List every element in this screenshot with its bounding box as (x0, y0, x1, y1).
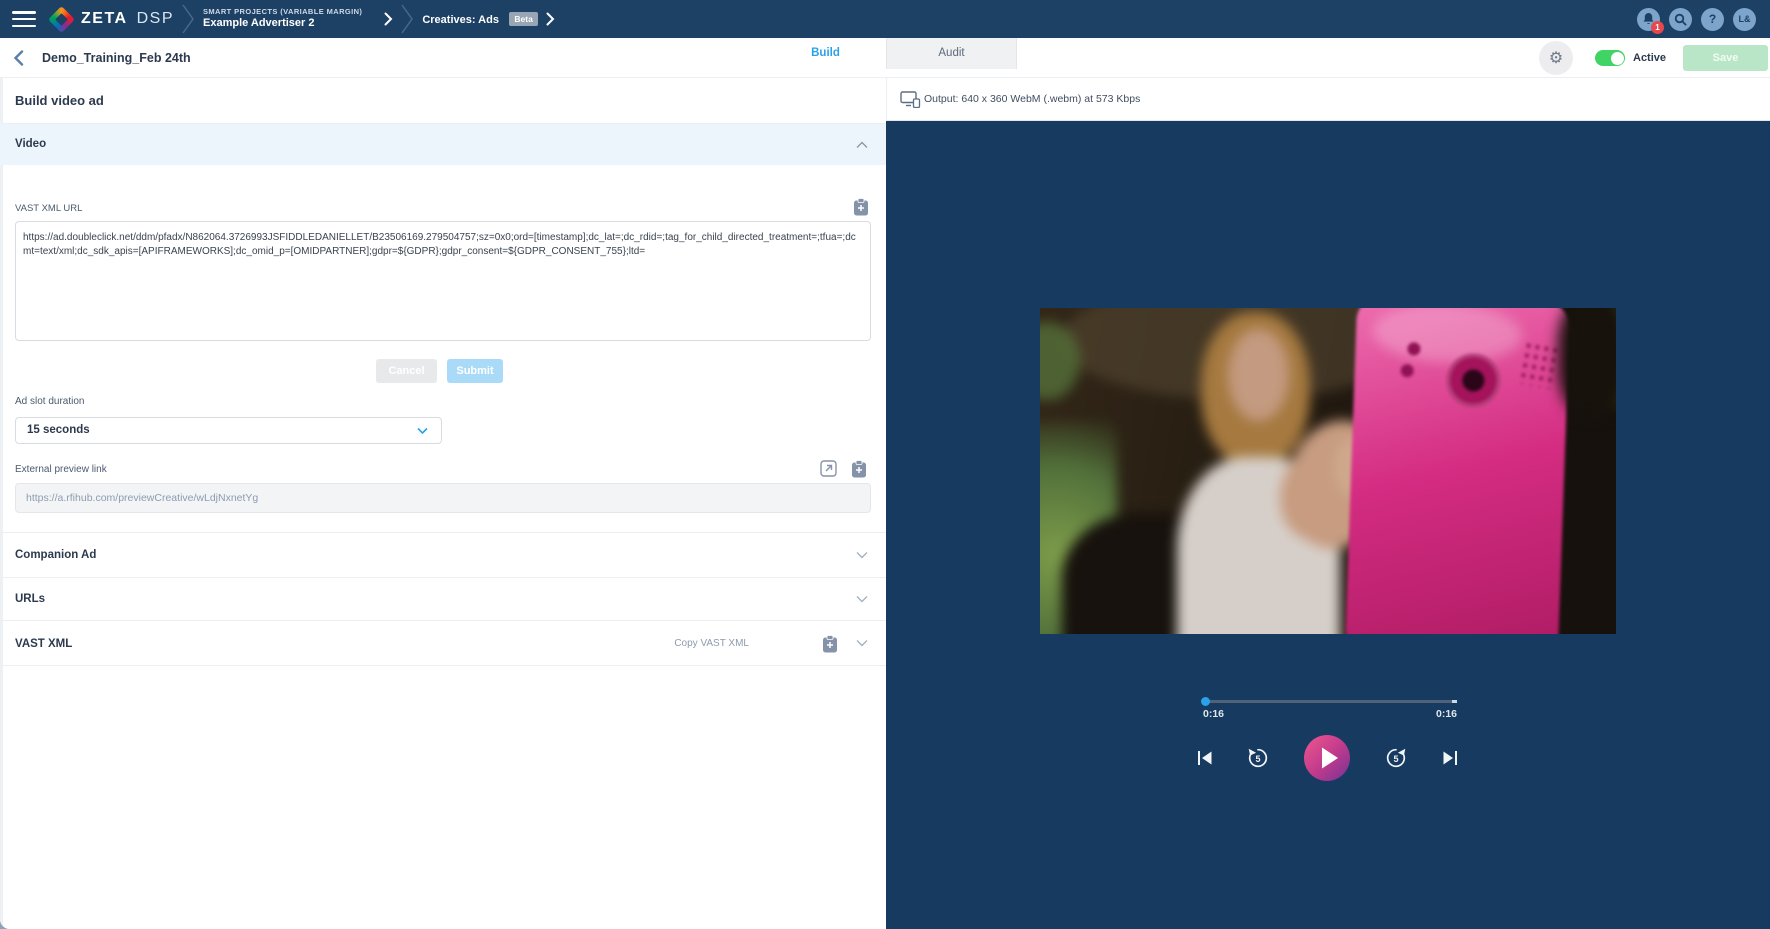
vast-xml-url-input[interactable]: https://ad.doubleclick.net/ddm/pfadx/N86… (15, 221, 871, 341)
build-panel: Build video ad Video VAST XML URL https:… (0, 78, 886, 929)
ad-slot-duration-label: Ad slot duration (15, 396, 85, 407)
help-button[interactable]: ? (1701, 8, 1724, 31)
tab-audit[interactable]: Audit (886, 38, 1017, 69)
build-audit-tabs: Build Audit (765, 38, 1017, 69)
pink-phone-image (1345, 308, 1570, 634)
zeta-diamond-icon (48, 6, 75, 33)
chevron-up-icon (856, 141, 868, 148)
chevron-down-icon (856, 596, 868, 603)
forward-5-icon: 5 (1385, 747, 1408, 770)
video-accordion-header[interactable]: Video (0, 124, 886, 165)
back-button[interactable] (13, 50, 24, 66)
replay-5-icon: 5 (1247, 747, 1270, 770)
headrest-shadow (1558, 308, 1616, 416)
play-icon (1304, 735, 1350, 781)
scrollbar[interactable] (0, 78, 3, 929)
paste-icon[interactable] (851, 460, 867, 478)
external-link-icon[interactable] (820, 460, 837, 477)
rewind-5-button[interactable]: 5 (1247, 747, 1270, 770)
companion-ad-accordion[interactable]: Companion Ad (0, 532, 886, 577)
breadcrumb-advertiser-name: Example Advertiser 2 (203, 17, 362, 31)
paste-icon[interactable] (853, 198, 869, 216)
app-window: ZETA DSP SMART PROJECTS (VARIABLE MARGIN… (0, 0, 1770, 929)
svg-text:5: 5 (1255, 754, 1260, 764)
breadcrumb-project-label: SMART PROJECTS (VARIABLE MARGIN) (203, 7, 362, 16)
paste-icon[interactable] (822, 635, 838, 653)
companion-ad-label: Companion Ad (15, 549, 96, 561)
save-button[interactable]: Save (1683, 45, 1768, 71)
active-toggle[interactable] (1595, 50, 1625, 66)
phone-camera-lens (1445, 353, 1501, 409)
skip-to-start-button[interactable] (1197, 750, 1214, 766)
vast-xml-label: VAST XML (15, 638, 72, 650)
avatar[interactable]: L& (1733, 8, 1756, 31)
ad-slot-duration-value: 15 seconds (27, 418, 441, 443)
top-navbar: ZETA DSP SMART PROJECTS (VARIABLE MARGIN… (0, 0, 1770, 38)
urls-label: URLs (15, 593, 45, 605)
external-preview-link-label: External preview link (15, 464, 107, 475)
output-info-bar: Output: 640 x 360 WebM (.webm) at 573 Kb… (886, 78, 1770, 121)
navbar-actions: 1 ? L& (1637, 8, 1756, 31)
skip-next-icon (1442, 750, 1459, 766)
breadcrumb-advertiser[interactable]: SMART PROJECTS (VARIABLE MARGIN) Example… (203, 7, 362, 30)
page-title: Demo_Training_Feb 24th (42, 38, 191, 78)
video-player: 0:16 0:16 5 5 (886, 121, 1770, 929)
zeta-dsp-logo[interactable]: ZETA DSP (52, 10, 174, 29)
skip-previous-icon (1197, 750, 1214, 766)
external-preview-link-input[interactable]: https://a.rfihub.com/previewCreative/wLd… (15, 483, 871, 513)
search-icon (1674, 13, 1687, 26)
video-section-label: Video (15, 138, 46, 150)
logo-text: ZETA (81, 10, 128, 28)
breadcrumb-separator-icon (401, 4, 414, 34)
phone-speaker-grille (1517, 340, 1560, 390)
breadcrumb-separator-icon (182, 4, 195, 34)
chevron-right-icon[interactable] (384, 12, 393, 26)
breadcrumb-section[interactable]: Creatives: Ads Beta (422, 10, 538, 28)
panel-title: Build video ad (15, 78, 886, 124)
copy-vast-xml-link[interactable]: Copy VAST XML (674, 621, 749, 667)
skip-to-end-button[interactable] (1442, 750, 1459, 766)
chevron-right-icon[interactable] (546, 12, 555, 26)
breadcrumb-section-label: Creatives: Ads (422, 14, 499, 26)
vast-xml-accordion[interactable]: VAST XML Copy VAST XML (0, 620, 886, 666)
search-button[interactable] (1669, 8, 1692, 31)
vast-xml-url-label: VAST XML URL (15, 203, 82, 214)
chevron-down-icon (856, 640, 868, 647)
duration-time: 0:16 (1429, 708, 1457, 720)
svg-text:5: 5 (1393, 754, 1398, 764)
notification-count-badge: 1 (1651, 21, 1664, 34)
cancel-button[interactable]: Cancel (376, 359, 437, 383)
urls-accordion[interactable]: URLs (0, 577, 886, 620)
notifications-button[interactable]: 1 (1637, 8, 1660, 31)
chevron-down-icon (417, 427, 428, 434)
devices-icon (900, 91, 921, 108)
logo-suffix: DSP (137, 10, 174, 28)
playhead-handle[interactable] (1201, 697, 1210, 706)
chevron-down-icon (856, 552, 868, 559)
output-info-text: Output: 640 x 360 WebM (.webm) at 573 Kb… (924, 78, 1140, 121)
page-header: Demo_Training_Feb 24th Build Audit ⚙ Act… (0, 38, 1770, 78)
current-time: 0:16 (1203, 708, 1224, 720)
ad-slot-duration-select[interactable]: 15 seconds (15, 417, 442, 444)
beta-badge: Beta (509, 12, 537, 26)
forward-5-button[interactable]: 5 (1385, 747, 1408, 770)
submit-button[interactable]: Submit (447, 359, 503, 383)
settings-button[interactable]: ⚙ (1539, 41, 1573, 75)
avatar-initials: L& (1739, 14, 1751, 24)
panel-title-row: Build video ad (0, 78, 886, 124)
seek-bar[interactable] (1203, 700, 1457, 703)
preview-panel: Output: 640 x 360 WebM (.webm) at 573 Kb… (886, 78, 1770, 929)
active-toggle-label: Active (1633, 38, 1666, 78)
video-preview-frame[interactable] (1040, 308, 1616, 634)
gear-icon: ⚙ (1549, 48, 1563, 68)
tab-build[interactable]: Build (765, 38, 886, 69)
menu-icon[interactable] (12, 11, 36, 27)
play-button[interactable] (1304, 735, 1350, 781)
help-icon: ? (1709, 12, 1716, 26)
